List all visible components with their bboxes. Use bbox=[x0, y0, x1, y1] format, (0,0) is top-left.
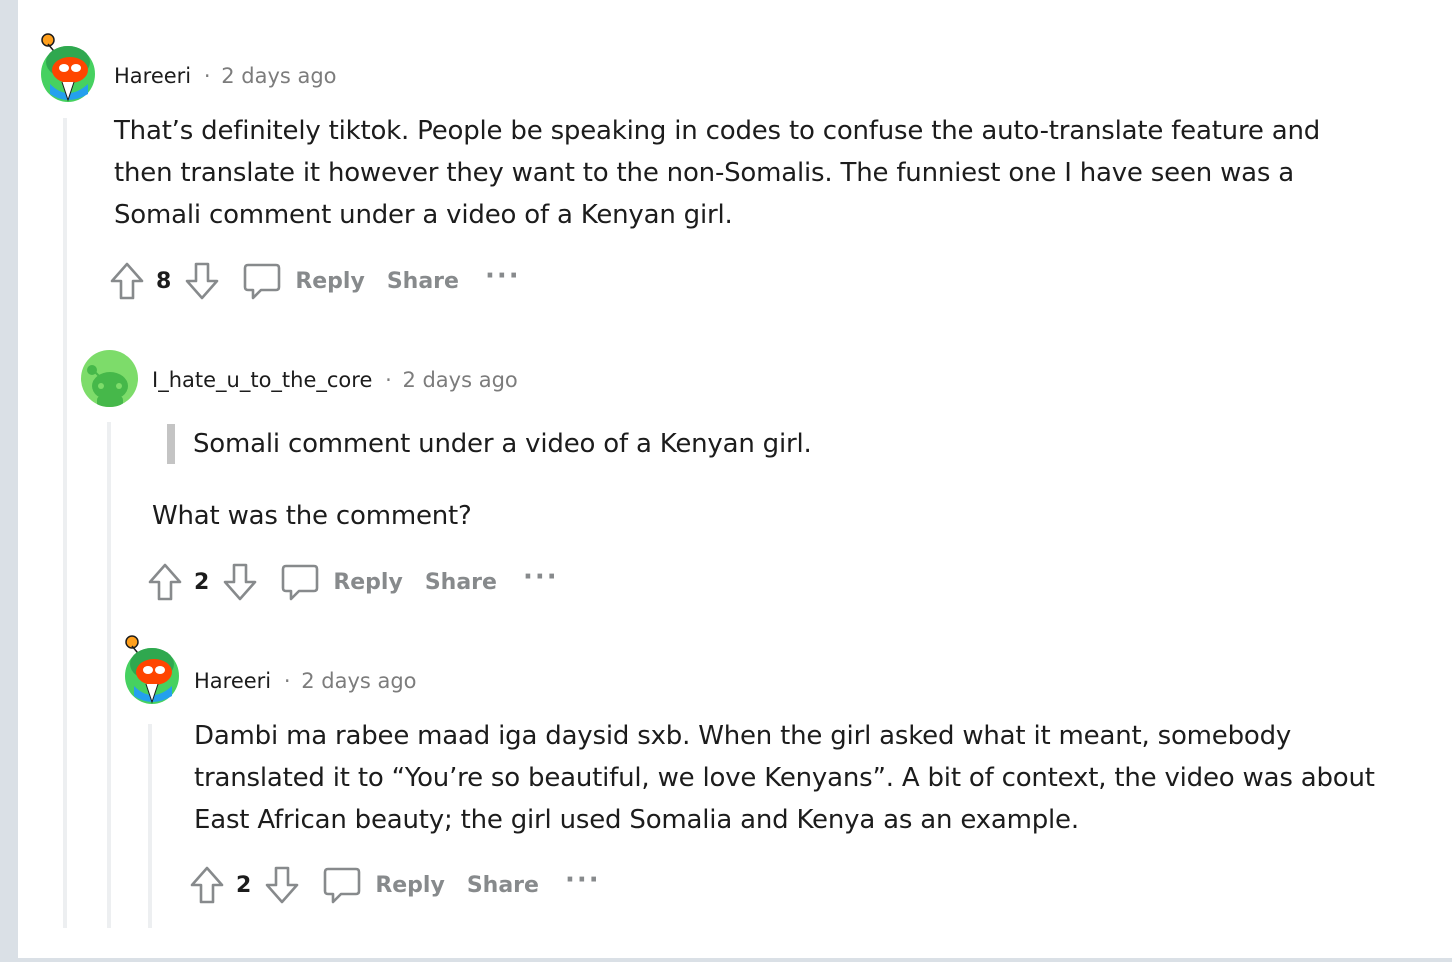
comment-1-body: That’s definitely tiktok. People be spea… bbox=[114, 116, 1321, 230]
comment-3-timestamp[interactable]: 2 days ago bbox=[301, 669, 416, 693]
comment-3-meta: Hareeri · 2 days ago bbox=[194, 667, 417, 695]
reply-label: Reply bbox=[295, 268, 365, 294]
comment-2-body: What was the comment? bbox=[152, 501, 472, 531]
comment-1-username[interactable]: Hareeri bbox=[114, 64, 191, 88]
more-options-icon[interactable]: ··· bbox=[523, 564, 559, 597]
comment-bubble-icon bbox=[323, 865, 361, 905]
comment-thread-card: Hareeri · 2 days ago That’s definitely t… bbox=[18, 0, 1452, 958]
comment-3-body: Dambi ma rabee maad iga daysid sxb. When… bbox=[194, 721, 1375, 835]
reply-label: Reply bbox=[333, 569, 403, 595]
reply-button[interactable]: Reply bbox=[323, 865, 445, 905]
reply-label: Reply bbox=[375, 872, 445, 898]
share-button[interactable]: Share bbox=[467, 873, 539, 898]
comment-2-blockquote: Somali comment under a video of a Kenyan… bbox=[167, 424, 812, 464]
meta-separator: · bbox=[203, 64, 211, 88]
comment-2-actions: 2 Reply Share ··· bbox=[146, 559, 559, 605]
comment-bubble-icon bbox=[243, 261, 281, 301]
comment-2-username[interactable]: I_hate_u_to_the_core bbox=[152, 368, 372, 392]
meta-separator: · bbox=[283, 669, 291, 693]
more-options-icon[interactable]: ··· bbox=[485, 263, 521, 296]
downvote-icon[interactable] bbox=[221, 561, 259, 603]
comment-2-meta: I_hate_u_to_the_core · 2 days ago bbox=[152, 366, 518, 394]
comment-3: Hareeri · 2 days ago Dambi ma rabee maad… bbox=[18, 630, 1452, 930]
upvote-icon[interactable] bbox=[146, 561, 184, 603]
comment-1-score: 8 bbox=[156, 268, 172, 294]
comment-3-score: 2 bbox=[236, 872, 252, 898]
share-button[interactable]: Share bbox=[387, 269, 459, 294]
comment-3-actions: 2 Reply Share ··· bbox=[188, 862, 601, 908]
meta-separator: · bbox=[385, 368, 392, 392]
comment-2: I_hate_u_to_the_core · 2 days ago Somali… bbox=[18, 340, 1452, 630]
share-button[interactable]: Share bbox=[425, 570, 497, 595]
comment-1-meta: Hareeri · 2 days ago bbox=[114, 62, 337, 90]
comment-1-timestamp[interactable]: 2 days ago bbox=[221, 64, 336, 88]
snoo-avatar-icon[interactable] bbox=[38, 32, 96, 104]
comment-2-score: 2 bbox=[194, 569, 210, 595]
upvote-icon[interactable] bbox=[188, 864, 226, 906]
comment-1: Hareeri · 2 days ago That’s definitely t… bbox=[18, 0, 1452, 320]
comment-bubble-icon bbox=[281, 562, 319, 602]
downvote-icon[interactable] bbox=[183, 260, 221, 302]
comment-3-username[interactable]: Hareeri bbox=[194, 669, 271, 693]
upvote-icon[interactable] bbox=[108, 260, 146, 302]
snoo-green-avatar-icon[interactable] bbox=[81, 350, 138, 407]
reply-button[interactable]: Reply bbox=[281, 562, 403, 602]
snoo-avatar-icon[interactable] bbox=[122, 634, 180, 706]
reply-button[interactable]: Reply bbox=[243, 261, 365, 301]
more-options-icon[interactable]: ··· bbox=[565, 867, 601, 900]
downvote-icon[interactable] bbox=[263, 864, 301, 906]
comment-2-timestamp[interactable]: 2 days ago bbox=[402, 368, 517, 392]
comment-1-actions: 8 Reply Share ··· bbox=[108, 258, 521, 304]
